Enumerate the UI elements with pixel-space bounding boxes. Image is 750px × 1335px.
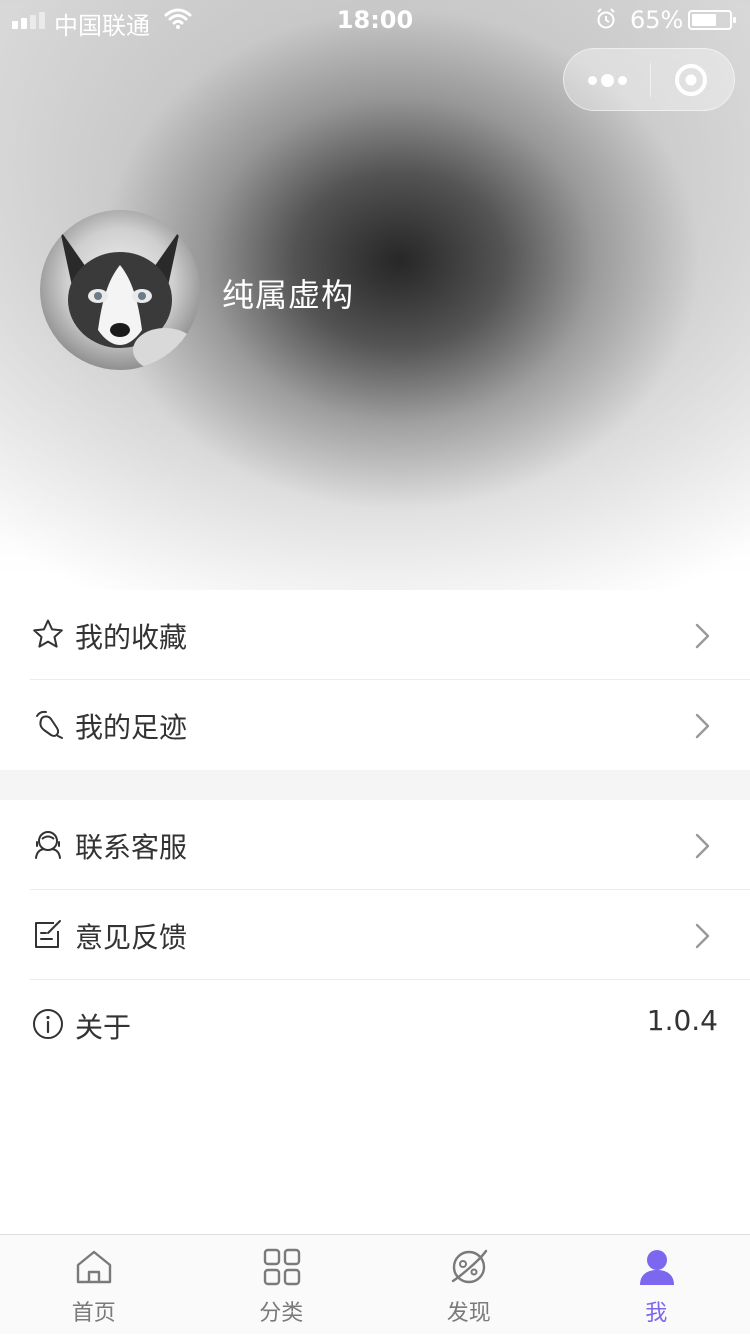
miniprogram-capsule (563, 48, 735, 111)
section-gap (0, 770, 750, 800)
profile-header: 中国联通 18:00 65% (0, 0, 750, 590)
menu-label: 我的收藏 (75, 616, 187, 656)
feedback-icon (32, 918, 64, 950)
more-button[interactable] (564, 49, 650, 111)
tab-bar: 首页 分类 发现 我 (0, 1234, 750, 1334)
grid-icon (262, 1247, 302, 1287)
alarm-icon (596, 8, 616, 30)
user-icon (637, 1247, 677, 1287)
capsule-divider (650, 63, 651, 97)
menu-item-about[interactable]: 关于 1.0.4 (0, 980, 750, 1070)
avatar[interactable] (40, 210, 200, 370)
tab-label: 分类 (188, 1295, 376, 1327)
close-miniprogram-button[interactable] (674, 63, 708, 97)
husky-avatar-image (40, 210, 200, 370)
battery-percent: 65% (630, 6, 683, 34)
info-icon (32, 1008, 64, 1040)
status-bar: 中国联通 18:00 65% (0, 0, 750, 40)
footprint-icon (32, 708, 64, 740)
chevron-right-icon (694, 922, 712, 950)
tab-category[interactable]: 分类 (188, 1235, 376, 1335)
chevron-right-icon (694, 712, 712, 740)
tab-discover[interactable]: 发现 (375, 1235, 563, 1335)
menu-item-footprints[interactable]: 我的足迹 (0, 680, 750, 770)
customer-service-icon (32, 828, 64, 860)
tab-me[interactable]: 我 (563, 1235, 750, 1335)
menu-label: 联系客服 (75, 826, 187, 866)
menu-label: 关于 (75, 1006, 131, 1046)
menu-item-favorites[interactable]: 我的收藏 (0, 590, 750, 680)
battery-icon (688, 10, 732, 30)
menu-label: 我的足迹 (75, 706, 187, 746)
tab-label: 我 (563, 1295, 750, 1327)
menu-item-feedback[interactable]: 意见反馈 (0, 890, 750, 980)
star-icon (32, 618, 64, 650)
chevron-right-icon (694, 832, 712, 860)
menu-label: 意见反馈 (75, 916, 187, 956)
menu-group-2: 联系客服 意见反馈 关于 1.0.4 (0, 800, 750, 1070)
menu-item-customer-service[interactable]: 联系客服 (0, 800, 750, 890)
app-version: 1.0.4 (647, 1004, 718, 1037)
tab-home[interactable]: 首页 (0, 1235, 188, 1335)
chevron-right-icon (694, 622, 712, 650)
tab-label: 首页 (0, 1295, 188, 1327)
planet-icon (449, 1247, 489, 1287)
tab-label: 发现 (375, 1295, 563, 1327)
username: 纯属虚构 (222, 270, 354, 316)
home-icon (74, 1247, 114, 1287)
menu-group-1: 我的收藏 我的足迹 (0, 590, 750, 800)
